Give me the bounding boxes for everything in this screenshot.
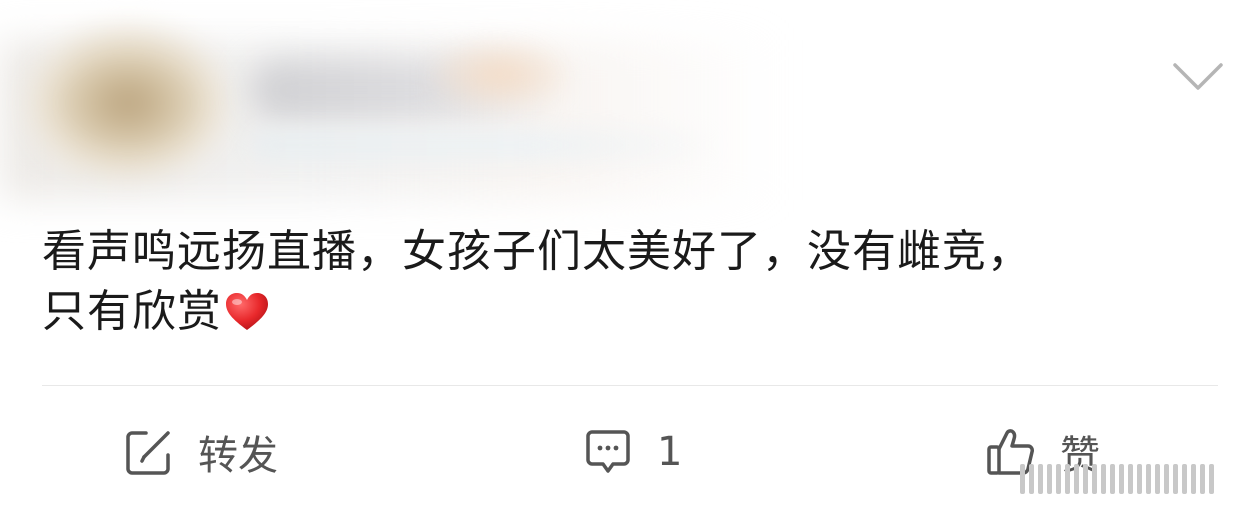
badge-blurred <box>430 40 570 110</box>
avatar[interactable] <box>28 28 228 178</box>
chevron-down-icon[interactable] <box>1172 60 1224 94</box>
post-content: 看声鸣远扬直播，女孩子们太美好了，没有雌竞， 只有欣赏 <box>42 222 1222 342</box>
blurred-user-header <box>0 0 1260 210</box>
repost-button[interactable]: 转发 <box>124 424 278 480</box>
comment-button[interactable]: 1 <box>583 424 682 480</box>
post-meta-blurred <box>250 130 720 160</box>
comment-icon <box>586 430 630 473</box>
heart-emoji-icon <box>226 293 268 330</box>
repost-icon <box>126 431 170 475</box>
divider <box>42 385 1218 386</box>
post-content-line1: 看声鸣远扬直播，女孩子们太美好了，没有雌竞， <box>42 226 1032 277</box>
comment-count: 1 <box>657 429 683 475</box>
repost-label: 转发 <box>198 433 278 479</box>
weibo-post-card: 看声鸣远扬直播，女孩子们太美好了，没有雌竞， 只有欣赏 转发 1 赞 <box>0 0 1260 509</box>
post-content-line2-wrap: 只有欣赏 <box>42 282 1222 342</box>
post-content-line2: 只有欣赏 <box>42 286 222 337</box>
watermark <box>1020 462 1240 496</box>
